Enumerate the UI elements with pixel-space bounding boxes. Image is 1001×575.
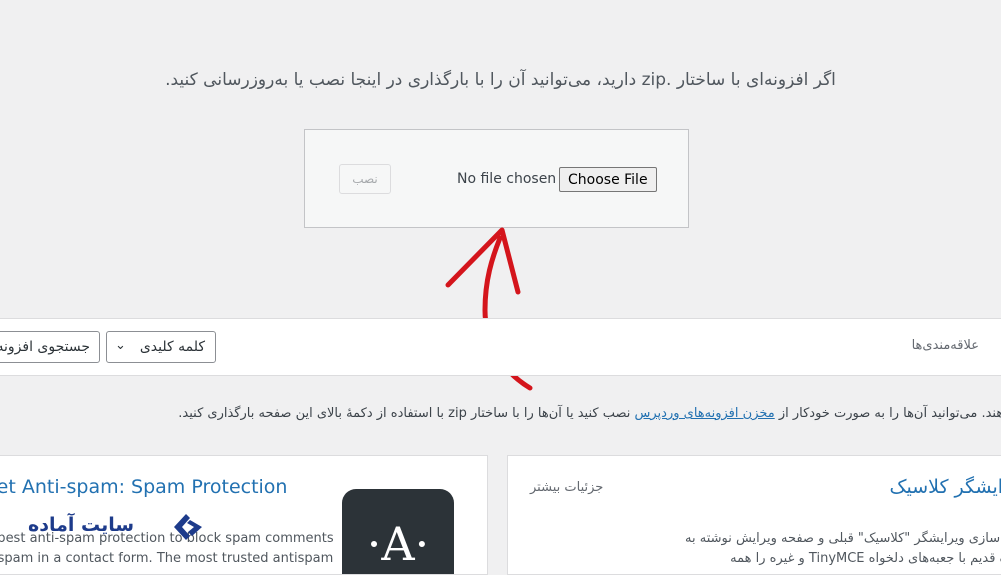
plugin-card-classic-editor: جزئیات بیشتر ویرایشگر کلاسیک فعال‌سازی و…: [507, 455, 1001, 575]
plugin-card-description: فعال‌سازی ویرایشگر "کلاسیک" قبلی و صفحه …: [685, 529, 1001, 569]
plugin-desc-line: and spam in a contact form. The most tru…: [0, 551, 334, 566]
plugin-card-title[interactable]: Akismet Anti-spam: Spam Protection: [0, 476, 287, 498]
choose-file-button[interactable]: Choose File: [559, 167, 657, 192]
plugin-info-text: دهند. می‌توانید آن‌ها را به صورت خودکار …: [178, 406, 1001, 421]
chevron-down-icon: ⌄: [115, 338, 126, 353]
plugin-desc-line: فعال‌سازی ویرایشگر "کلاسیک" قبلی و صفحه …: [685, 531, 1001, 546]
tab-favorites[interactable]: علاقه‌مندی‌ها: [912, 338, 979, 353]
upload-intro-text: اگر افزونه‌ای با ساختار .zip دارید، می‌ت…: [165, 70, 836, 90]
search-placeholder: جستجوی افزونه: [0, 339, 90, 355]
search-type-select[interactable]: کلمه کلیدی ⌄: [106, 331, 216, 363]
install-now-button[interactable]: نصب: [339, 164, 391, 194]
plugin-desc-line: سبک قدیم با جعبه‌های دلخواه TinyMCE و غی…: [730, 551, 1001, 566]
akismet-plugin-icon[interactable]: ·A·: [342, 489, 454, 574]
search-type-value: کلمه کلیدی: [139, 339, 205, 355]
more-details-link[interactable]: جزئیات بیشتر: [530, 480, 603, 495]
plugin-filter-bar: علاقه‌مندی‌ها کلمه کلیدی ⌄ جستجوی افزونه: [0, 318, 1001, 376]
plugin-directory-link[interactable]: مخزن افزونه‌های وردپرس: [635, 406, 775, 421]
logo-mark-icon: [174, 514, 202, 540]
plugin-upload-form: نصب No file chosen Choose File: [304, 129, 689, 228]
no-file-chosen-text: No file chosen: [457, 171, 557, 187]
watermark-logo-text: سایت آماده: [28, 514, 135, 536]
info-text-suffix: نصب کنید یا آن‌ها را با ساختار zip با اس…: [178, 406, 635, 421]
plugin-card-title[interactable]: ویرایشگر کلاسیک: [889, 476, 1001, 498]
watermark-logo: سایت آماده: [28, 512, 206, 542]
info-text-prefix: دهند. می‌توانید آن‌ها را به صورت خودکار …: [774, 406, 1001, 421]
search-plugins-input[interactable]: جستجوی افزونه: [0, 331, 100, 363]
